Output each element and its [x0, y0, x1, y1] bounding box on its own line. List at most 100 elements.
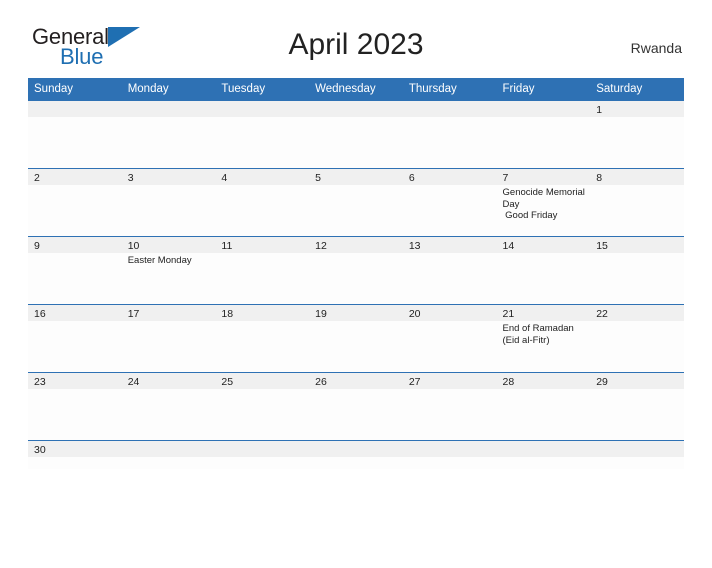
calendar-day-cell[interactable]: 26: [309, 372, 403, 441]
weekday-header-monday: Monday: [121, 78, 216, 101]
day-number: 23: [28, 373, 122, 389]
day-cell-inner: 14: [496, 237, 591, 304]
day-cell-inner: 30: [28, 441, 122, 469]
calendar-day-cell[interactable]: [402, 440, 497, 469]
calendar-day-cell[interactable]: [215, 440, 310, 469]
calendar-day-cell[interactable]: 28: [496, 372, 591, 441]
calendar-day-cell[interactable]: 3: [121, 168, 216, 237]
calendar-day-cell[interactable]: [121, 100, 216, 169]
calendar-day-cell[interactable]: 29: [590, 372, 684, 441]
calendar-day-cell[interactable]: 7 Genocide Memorial Day Good Friday: [496, 168, 591, 237]
calendar-day-cell[interactable]: 22: [590, 304, 684, 373]
calendar-day-cell[interactable]: [402, 100, 497, 169]
weekday-header-tuesday: Tuesday: [215, 78, 310, 101]
day-events: Genocide Memorial Day Good Friday: [497, 185, 591, 222]
page-title: April 2023: [288, 28, 424, 61]
calendar-day-cell[interactable]: [496, 440, 591, 469]
day-number: 12: [309, 237, 403, 253]
day-number-empty: [590, 441, 684, 457]
calendar-day-cell[interactable]: [309, 440, 403, 469]
weekday-header-friday: Friday: [496, 78, 591, 101]
calendar-day-cell[interactable]: 23: [28, 372, 122, 441]
calendar-day-cell[interactable]: 15: [590, 236, 684, 305]
day-number-empty: [309, 441, 403, 457]
calendar-day-cell[interactable]: 11: [215, 236, 310, 305]
calendar-day-cell[interactable]: 10 Easter Monday: [121, 236, 216, 305]
day-number: 30: [28, 441, 122, 457]
calendar-day-cell[interactable]: 4: [215, 168, 310, 237]
calendar-day-cell[interactable]: 13: [402, 236, 497, 305]
day-number: 11: [215, 237, 310, 253]
calendar-day-cell[interactable]: [590, 440, 684, 469]
day-cell-inner: 4: [215, 169, 310, 236]
day-cell-inner: 22: [590, 305, 684, 372]
day-number: 9: [28, 237, 122, 253]
calendar-day-cell[interactable]: 19: [309, 304, 403, 373]
calendar-day-cell[interactable]: 27: [402, 372, 497, 441]
day-events: Easter Monday: [122, 253, 216, 267]
calendar-day-cell[interactable]: 12: [309, 236, 403, 305]
day-cell-inner: 7 Genocide Memorial Day Good Friday: [496, 169, 591, 236]
calendar-day-cell[interactable]: [496, 100, 591, 169]
day-cell-inner: 23: [28, 373, 122, 440]
day-cell-inner: 13: [402, 237, 497, 304]
calendar-day-cell[interactable]: [28, 100, 122, 169]
day-number: 10: [121, 237, 216, 253]
day-cell-inner: [28, 101, 122, 168]
day-number: 3: [121, 169, 216, 185]
country-label: Rwanda: [630, 40, 682, 56]
holiday-event-label: Genocide Memorial Day: [502, 187, 588, 210]
calendar-day-cell[interactable]: 8: [590, 168, 684, 237]
calendar-week-row: 23 24 25 26 27 28 29: [28, 372, 684, 441]
day-cell-inner: 9: [28, 237, 122, 304]
day-cell-inner: [496, 441, 591, 469]
calendar-day-cell[interactable]: 1: [590, 100, 684, 169]
calendar-day-cell[interactable]: 5: [309, 168, 403, 237]
day-cell-inner: 19: [309, 305, 403, 372]
calendar-day-cell[interactable]: 14: [496, 236, 591, 305]
day-number: 6: [402, 169, 497, 185]
calendar-week-row: 16 17 18 19 20 21 End of Ramadan (Eid al-Fitr)…: [28, 304, 684, 373]
weekday-header-wednesday: Wednesday: [309, 78, 403, 101]
day-cell-inner: 24: [121, 373, 216, 440]
day-number: 5: [309, 169, 403, 185]
day-cell-inner: 11: [215, 237, 310, 304]
day-cell-inner: 28: [496, 373, 591, 440]
calendar-day-cell[interactable]: 6: [402, 168, 497, 237]
calendar-day-cell[interactable]: 2: [28, 168, 122, 237]
day-cell-inner: 10 Easter Monday: [121, 237, 216, 304]
day-cell-inner: 12: [309, 237, 403, 304]
calendar-day-cell[interactable]: [121, 440, 216, 469]
day-number: 1: [590, 101, 684, 117]
day-cell-inner: [402, 101, 497, 168]
calendar-week-row: 30: [28, 440, 684, 469]
calendar-week-row: 9 10 Easter Monday 11 12 13 14 15: [28, 236, 684, 305]
day-number: 28: [496, 373, 591, 389]
day-cell-inner: [309, 441, 403, 469]
calendar-day-cell[interactable]: 16: [28, 304, 122, 373]
holiday-event-label: Easter Monday: [127, 255, 192, 266]
calendar-day-cell[interactable]: 17: [121, 304, 216, 373]
day-cell-inner: [309, 101, 403, 168]
calendar-head: Sunday Monday Tuesday Wednesday Thursday…: [28, 78, 684, 101]
day-cell-inner: [590, 441, 684, 469]
day-cell-inner: 1: [590, 101, 684, 168]
day-number: 14: [496, 237, 591, 253]
calendar-day-cell[interactable]: 25: [215, 372, 310, 441]
calendar-day-cell[interactable]: [215, 100, 310, 169]
calendar-day-cell[interactable]: 21 End of Ramadan (Eid al-Fitr): [496, 304, 591, 373]
day-number-empty: [215, 441, 310, 457]
calendar-day-cell[interactable]: [309, 100, 403, 169]
page-header: General Blue April 2023 Rwanda: [28, 18, 684, 78]
calendar-day-cell[interactable]: 24: [121, 372, 216, 441]
day-number-empty: [309, 101, 403, 117]
day-cell-inner: 16: [28, 305, 122, 372]
day-cell-inner: [402, 441, 497, 469]
calendar-day-cell[interactable]: 9: [28, 236, 122, 305]
calendar-day-cell[interactable]: 30: [28, 440, 122, 469]
calendar-day-cell[interactable]: 20: [402, 304, 497, 373]
calendar-day-cell[interactable]: 18: [215, 304, 310, 373]
day-number: 19: [309, 305, 403, 321]
day-cell-inner: 20: [402, 305, 497, 372]
day-cell-inner: [215, 101, 310, 168]
